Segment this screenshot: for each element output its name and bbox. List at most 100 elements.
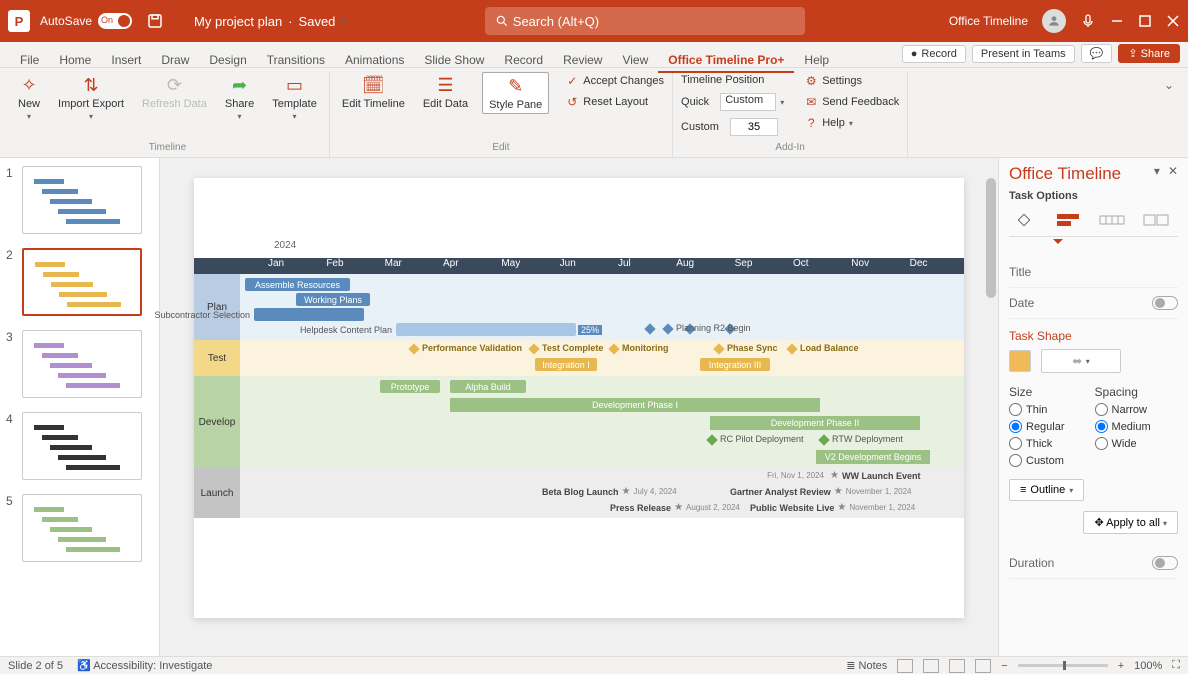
reset-layout-button[interactable]: ↺Reset Layout xyxy=(565,93,648,111)
shape-split-option[interactable] xyxy=(1141,210,1171,230)
notes-button[interactable]: ≣ Notes xyxy=(846,659,887,672)
quick-position-row[interactable]: Quick Custom▾ xyxy=(681,91,784,113)
vertical-scrollbar[interactable] xyxy=(986,178,996,298)
share-button[interactable]: ⇪ Share xyxy=(1118,44,1180,63)
milestone-diamond[interactable] xyxy=(786,343,797,354)
document-title[interactable]: My project plan · Saved ▾ xyxy=(194,14,345,29)
task-bar[interactable]: Integration III xyxy=(700,358,770,371)
tab-view[interactable]: View xyxy=(612,49,658,71)
duration-toggle[interactable] xyxy=(1152,556,1178,570)
spacing-option[interactable]: Medium xyxy=(1095,420,1151,433)
task-bar[interactable]: Alpha Build xyxy=(450,380,526,393)
slide-thumbnail[interactable] xyxy=(22,166,142,234)
quick-select[interactable]: Custom xyxy=(720,93,776,111)
date-toggle[interactable] xyxy=(1152,296,1178,310)
size-option[interactable]: Regular xyxy=(1009,420,1065,433)
outline-button[interactable]: ≡ Outline ▾ xyxy=(1009,479,1084,501)
tab-slide-show[interactable]: Slide Show xyxy=(414,49,494,71)
close-icon[interactable] xyxy=(1166,14,1180,28)
launch-event[interactable]: Gartner Analyst Review ★ November 1, 202… xyxy=(730,486,912,497)
task-bar[interactable]: Subcontractor Selection xyxy=(254,308,364,321)
task-bar[interactable]: Helpdesk Content Plan25% xyxy=(396,323,576,336)
task-bar[interactable]: Assemble Resources xyxy=(245,278,350,291)
launch-event[interactable]: Public Website Live ★ November 1, 2024 xyxy=(750,502,915,513)
milestone-diamond[interactable] xyxy=(528,343,539,354)
launch-event[interactable]: Beta Blog Launch ★ July 4, 2024 xyxy=(542,486,677,497)
milestone-diamond[interactable] xyxy=(408,343,419,354)
size-radio[interactable] xyxy=(1009,454,1022,467)
slide-canvas-area[interactable]: 2024 JanFebMarAprMayJunJulAugSepOctNovDe… xyxy=(160,158,998,656)
minimize-icon[interactable] xyxy=(1110,14,1124,28)
slide-thumbnails-panel[interactable]: 12345 xyxy=(0,158,160,656)
accessibility-status[interactable]: ♿ Accessibility: Investigate xyxy=(77,659,212,672)
mic-icon[interactable] xyxy=(1080,13,1096,29)
spacing-radio[interactable] xyxy=(1095,420,1108,433)
pane-close-icon[interactable]: ✕ xyxy=(1168,164,1178,178)
slide-thumbnail[interactable] xyxy=(22,494,142,562)
task-shape-select[interactable]: ⬌ ▾ xyxy=(1041,349,1121,373)
autosave-control[interactable]: AutoSave On xyxy=(40,12,164,30)
feedback-button[interactable]: ✉Send Feedback xyxy=(804,93,899,111)
custom-input[interactable] xyxy=(730,118,778,136)
size-option[interactable]: Custom xyxy=(1009,454,1065,467)
slide-thumbnail[interactable] xyxy=(22,248,142,316)
zoom-slider[interactable] xyxy=(1018,664,1108,667)
shape-diamond-option[interactable] xyxy=(1009,210,1039,230)
milestone-diamond[interactable] xyxy=(608,343,619,354)
slide[interactable]: 2024 JanFebMarAprMayJunJulAugSepOctNovDe… xyxy=(194,178,964,618)
size-option[interactable]: Thick xyxy=(1009,437,1065,450)
milestone-diamond[interactable] xyxy=(818,434,829,445)
share-timeline-button[interactable]: ➦Share▾ xyxy=(221,72,258,123)
milestone-diamond[interactable] xyxy=(713,343,724,354)
account-avatar[interactable] xyxy=(1042,9,1066,33)
edit-timeline-button[interactable]: 🗓Edit Timeline xyxy=(338,72,409,112)
autosave-toggle[interactable]: On xyxy=(98,13,132,29)
tab-design[interactable]: Design xyxy=(199,49,256,71)
spacing-radio[interactable] xyxy=(1095,437,1108,450)
search-box[interactable] xyxy=(485,7,805,35)
custom-position-row[interactable]: Custom xyxy=(681,116,778,138)
search-input[interactable] xyxy=(513,14,796,29)
help-button[interactable]: ?Help▾ xyxy=(804,114,853,132)
apply-to-all-button[interactable]: ✥ Apply to all ▾ xyxy=(1083,511,1178,534)
tab-transitions[interactable]: Transitions xyxy=(257,49,335,71)
tab-animations[interactable]: Animations xyxy=(335,49,414,71)
task-bar[interactable]: Prototype xyxy=(380,380,440,393)
shape-progress-option[interactable] xyxy=(1097,210,1127,230)
fit-to-window-button[interactable]: ⛶ xyxy=(1172,659,1180,672)
zoom-level[interactable]: 100% xyxy=(1134,660,1162,672)
phase-arrow[interactable]: Development Phase II xyxy=(710,416,920,430)
shape-bar-option[interactable] xyxy=(1053,210,1083,230)
tab-review[interactable]: Review xyxy=(553,49,612,71)
milestone-diamond[interactable] xyxy=(662,323,673,334)
size-option[interactable]: Thin xyxy=(1009,403,1065,416)
refresh-data-button[interactable]: ⟳Refresh Data xyxy=(138,72,211,112)
spacing-option[interactable]: Wide xyxy=(1095,437,1151,450)
normal-view-icon[interactable] xyxy=(897,659,913,673)
slide-counter[interactable]: Slide 2 of 5 xyxy=(8,660,63,672)
spacing-radio[interactable] xyxy=(1095,403,1108,416)
phase-arrow[interactable]: V2 Development Begins xyxy=(816,450,930,464)
slideshow-view-icon[interactable] xyxy=(975,659,991,673)
tab-record[interactable]: Record xyxy=(494,49,553,71)
accept-changes-button[interactable]: ✓Accept Changes xyxy=(565,72,664,90)
tab-file[interactable]: File xyxy=(10,49,49,71)
launch-event[interactable]: Press Release ★ August 2, 2024 xyxy=(610,502,740,513)
tab-draw[interactable]: Draw xyxy=(151,49,199,71)
edit-data-button[interactable]: ☰Edit Data xyxy=(419,72,472,112)
size-radio[interactable] xyxy=(1009,403,1022,416)
task-color-swatch[interactable] xyxy=(1009,350,1031,372)
size-radio[interactable] xyxy=(1009,420,1022,433)
new-button[interactable]: ✧New▾ xyxy=(14,72,44,123)
zoom-in-button[interactable]: + xyxy=(1118,660,1124,672)
zoom-out-button[interactable]: − xyxy=(1001,660,1007,672)
milestone-diamond[interactable] xyxy=(706,434,717,445)
title-property-row[interactable]: Title xyxy=(1009,257,1178,288)
settings-button[interactable]: ⚙Settings xyxy=(804,72,862,90)
collapse-ribbon-icon[interactable]: ⌄ xyxy=(1164,78,1174,92)
tab-office-timeline-pro-[interactable]: Office Timeline Pro+ xyxy=(658,49,794,73)
phase-arrow[interactable]: Development Phase I xyxy=(450,398,820,412)
record-button[interactable]: ● Record xyxy=(902,45,966,63)
save-icon[interactable] xyxy=(146,12,164,30)
task-bar[interactable]: Integration I xyxy=(535,358,597,371)
